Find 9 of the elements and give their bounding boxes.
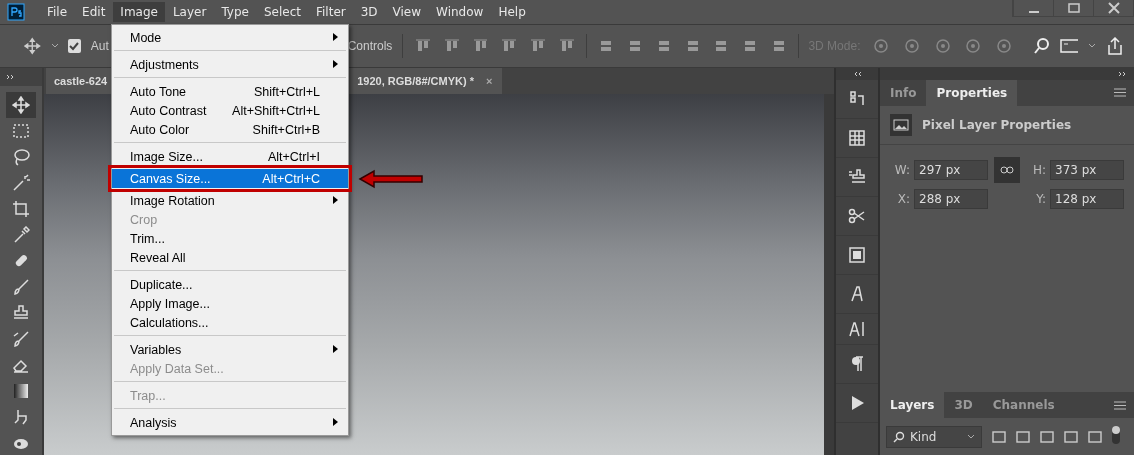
- panel-heading: Pixel Layer Properties: [922, 117, 1072, 132]
- field-label: Y:: [1035, 191, 1046, 206]
- document-title: 1920, RGB/8#/CMYK) *: [357, 75, 474, 87]
- field-label: X:: [896, 191, 910, 206]
- document-title: castle-624: [54, 75, 108, 87]
- field-label: W:: [893, 162, 910, 177]
- transform-controls-label: Controls: [347, 39, 393, 53]
- auto-select-label: Aut: [90, 39, 109, 53]
- field-label: H:: [1031, 162, 1046, 177]
